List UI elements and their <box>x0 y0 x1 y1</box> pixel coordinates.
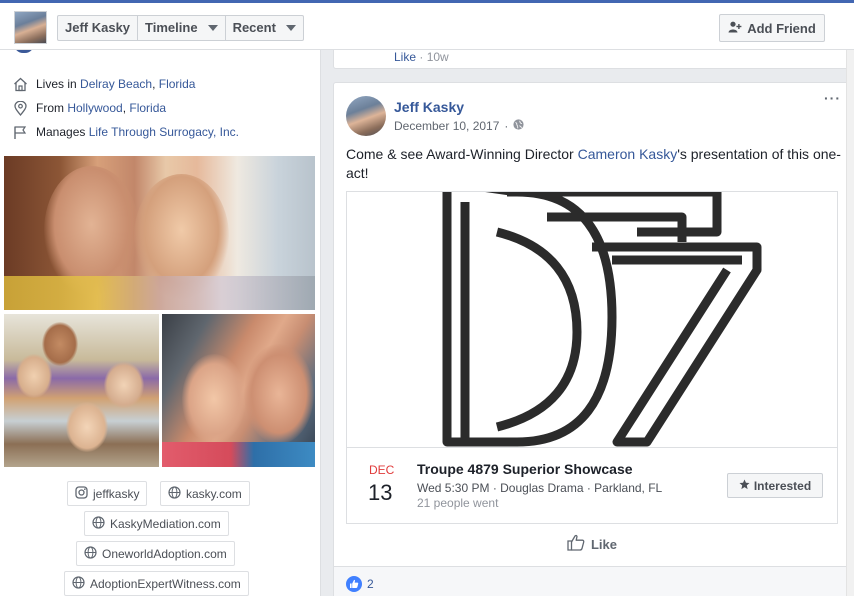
chevron-down-icon <box>285 25 296 31</box>
event-details: Wed 5:30 PM · Douglas Drama · Parkland, … <box>417 481 663 495</box>
event-cover-logo <box>442 192 762 447</box>
event-day: 13 <box>368 480 393 505</box>
lives-in-city-link[interactable]: Delray Beach <box>80 77 152 91</box>
profile-nav: Jeff Kasky Timeline Recent <box>57 15 304 41</box>
managed-page-link[interactable]: Life Through Surrogacy, Inc. <box>89 125 239 139</box>
reaction-count: 2 <box>367 577 374 591</box>
featured-photo-2[interactable] <box>4 314 159 467</box>
add-friend-button[interactable]: Add Friend <box>719 14 825 42</box>
event-cover-image[interactable] <box>347 192 837 448</box>
website-link-oneworld[interactable]: OneworldAdoption.com <box>76 541 235 566</box>
event-title-link[interactable]: Troupe 4879 Superior Showcase <box>417 461 633 477</box>
globe-icon <box>168 485 181 502</box>
tab-recent-label: Recent <box>232 20 276 35</box>
profile-header-bar: Jeff Kasky Timeline Recent Add Friend <box>0 3 854 50</box>
intro-badge <box>14 50 34 53</box>
website-link-label: OneworldAdoption.com <box>102 546 227 561</box>
globe-icon <box>513 119 524 133</box>
website-link-label: AdoptionExpertWitness.com <box>90 576 241 591</box>
post-mention-link[interactable]: Cameron Kasky <box>578 146 678 162</box>
lives-in-state-link[interactable]: Florida <box>159 77 196 91</box>
from-state-link[interactable]: Florida <box>129 101 166 115</box>
from-row: From Hollywood, Florida <box>12 100 166 116</box>
tab-timeline-label: Timeline <box>145 20 198 35</box>
post-options-button[interactable]: ··· <box>824 91 840 105</box>
flag-icon <box>12 124 28 140</box>
website-link-label: KaskyMediation.com <box>110 516 221 531</box>
like-button[interactable]: Like <box>346 529 838 559</box>
previous-post-footer: Like · 10w <box>333 50 850 69</box>
post-meta: December 10, 2017 · <box>394 119 524 133</box>
event-attachment[interactable]: DEC 13 Troupe 4879 Superior Showcase Wed… <box>346 191 838 524</box>
lives-in-prefix: Lives in <box>36 77 81 91</box>
post-date-link[interactable]: December 10, 2017 <box>394 119 499 133</box>
post-date-separator: · <box>504 119 509 133</box>
page-scrollbar[interactable] <box>846 50 854 596</box>
like-button-label: Like <box>590 536 617 552</box>
tab-timeline[interactable]: Timeline <box>138 16 226 40</box>
lives-in-row: Lives in Delray Beach, Florida <box>12 76 195 92</box>
post-card: Jeff Kasky December 10, 2017 · ··· Come … <box>333 82 850 596</box>
globe-icon <box>84 545 97 562</box>
reactions-bar: 2 <box>334 566 849 596</box>
interested-button[interactable]: Interested <box>727 473 823 498</box>
location-pin-icon <box>12 100 28 116</box>
post-body: Come & see Award-Winning Director Camero… <box>346 145 841 183</box>
add-friend-icon <box>728 21 742 36</box>
tab-recent[interactable]: Recent <box>226 16 303 40</box>
from-city-link[interactable]: Hollywood <box>67 101 122 115</box>
previous-post-like-link[interactable]: Like <box>394 50 416 64</box>
post-text-before: Come & see Award-Winning Director <box>346 146 578 162</box>
event-month: DEC <box>369 463 395 477</box>
add-friend-label: Add Friend <box>747 20 816 36</box>
previous-post-separator: · <box>416 50 427 64</box>
instagram-link-label: jeffkasky <box>93 486 140 501</box>
lives-in-sep: , <box>152 77 159 91</box>
featured-photo-3[interactable] <box>162 314 315 467</box>
website-link-expert-witness[interactable]: AdoptionExpertWitness.com <box>64 571 249 596</box>
manages-prefix: Manages <box>36 125 89 139</box>
tab-profile-name[interactable]: Jeff Kasky <box>58 16 139 40</box>
reaction-summary[interactable]: 2 <box>346 576 374 592</box>
event-attendance[interactable]: 21 people went <box>417 496 498 510</box>
globe-icon <box>72 575 85 592</box>
like-reaction-icon <box>346 576 362 592</box>
tab-profile-name-label: Jeff Kasky <box>65 20 131 35</box>
instagram-link[interactable]: jeffkasky <box>67 481 148 506</box>
instagram-icon <box>75 485 88 502</box>
manages-row: Manages Life Through Surrogacy, Inc. <box>12 124 239 140</box>
from-prefix: From <box>36 101 68 115</box>
featured-photo-1[interactable] <box>4 156 315 310</box>
chevron-down-icon <box>207 25 218 31</box>
website-link-label: kasky.com <box>186 486 242 501</box>
previous-post-like-row: Like · 10w <box>394 50 449 64</box>
intro-sidebar: Lives in Delray Beach, Florida From Holl… <box>0 50 321 596</box>
interested-label: Interested <box>753 478 812 493</box>
globe-icon <box>92 515 105 532</box>
post-author-avatar[interactable] <box>346 96 386 136</box>
thumbs-up-icon <box>567 534 585 554</box>
post-author-name[interactable]: Jeff Kasky <box>394 99 464 115</box>
profile-avatar[interactable] <box>14 11 47 44</box>
website-link-mediation[interactable]: KaskyMediation.com <box>84 511 229 536</box>
previous-post-time[interactable]: 10w <box>427 50 449 64</box>
website-link-kasky[interactable]: kasky.com <box>160 481 250 506</box>
home-icon <box>12 76 28 92</box>
star-icon <box>739 478 750 493</box>
